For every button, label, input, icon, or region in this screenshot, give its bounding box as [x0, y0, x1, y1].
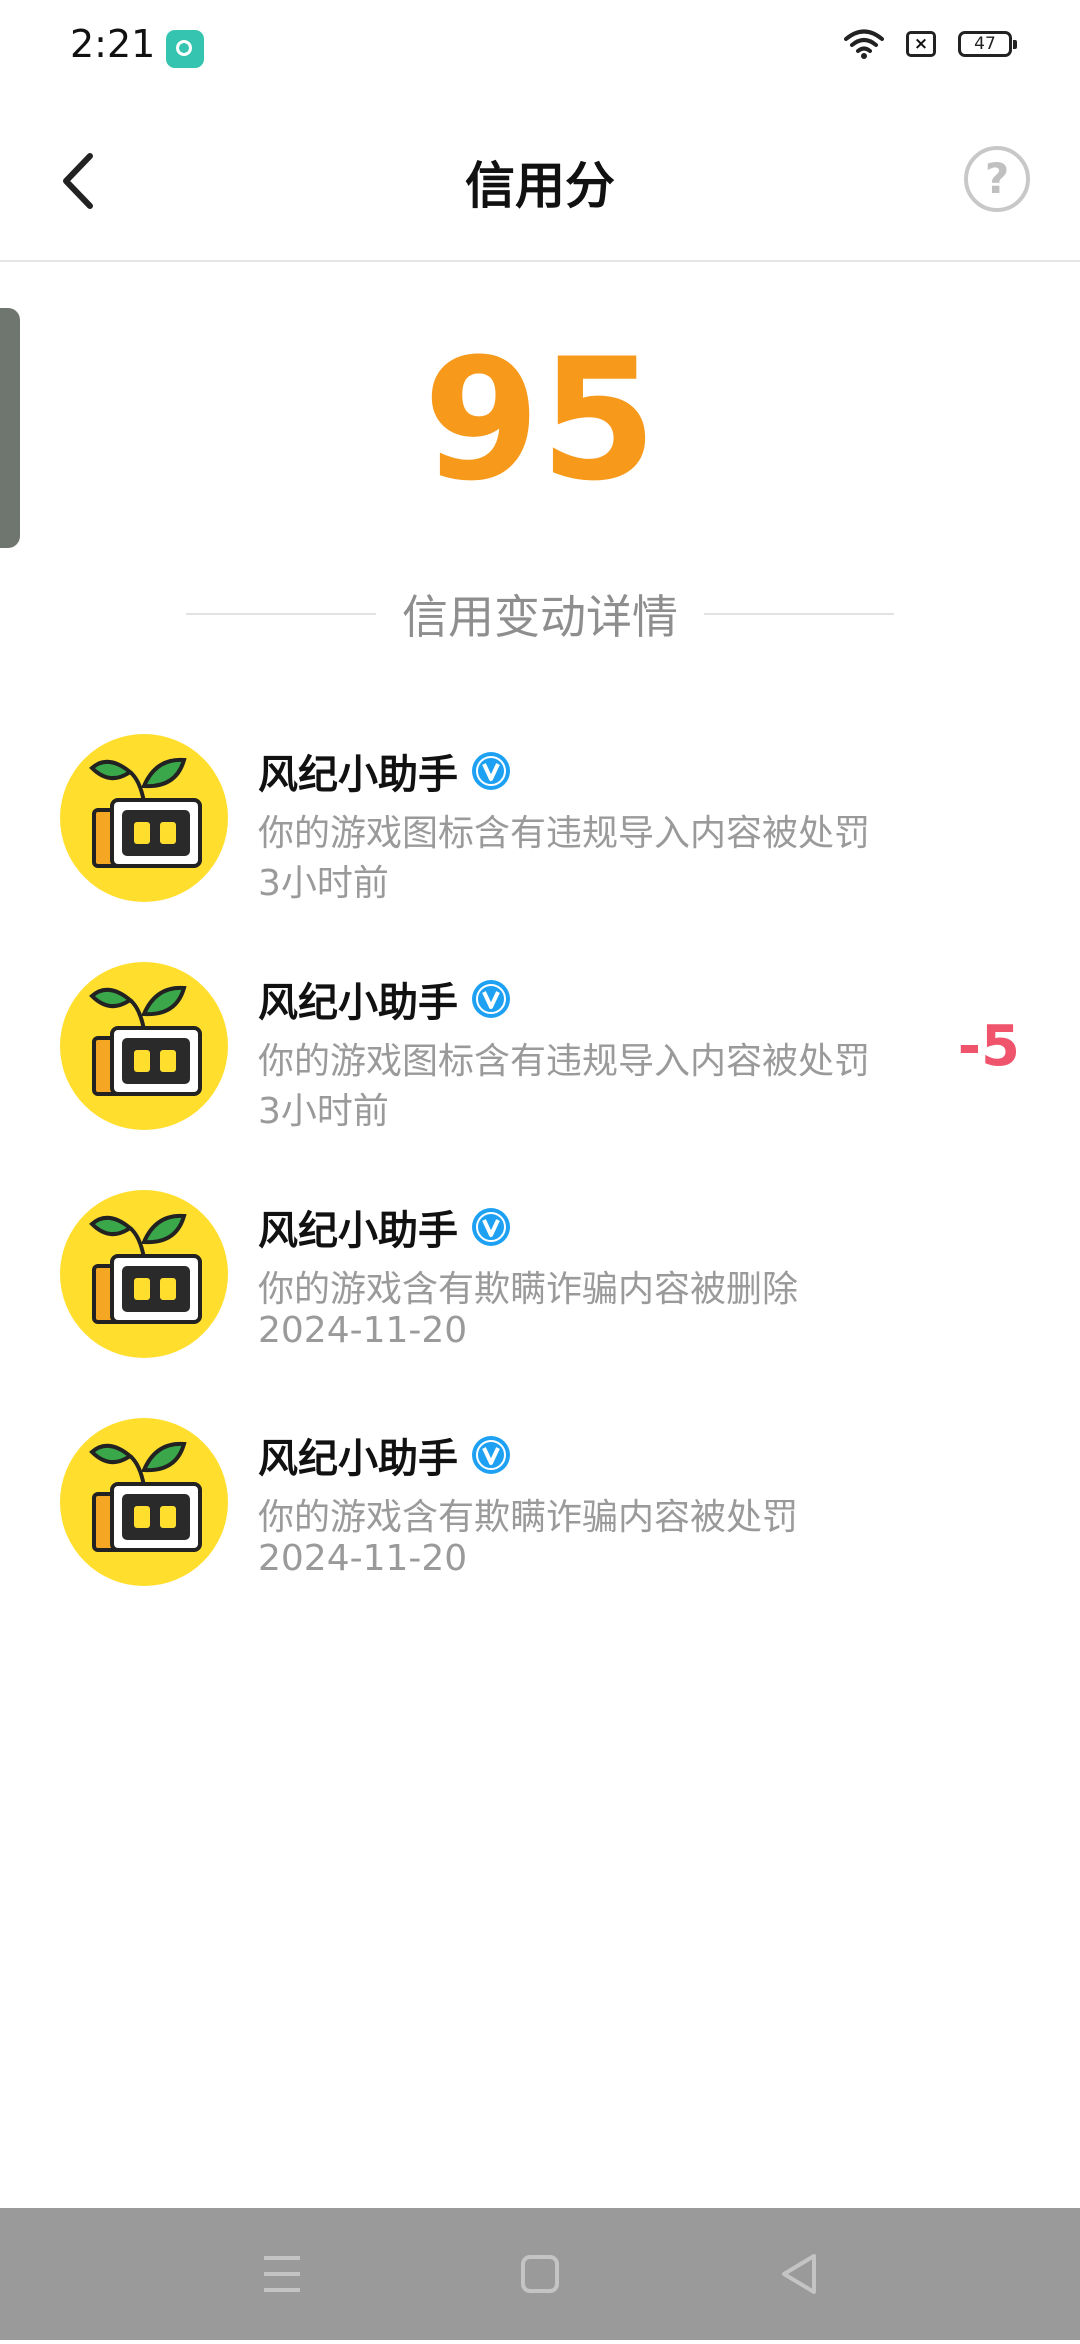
avatar	[60, 1190, 228, 1358]
status-bar: 2:21 × 47	[0, 0, 1080, 96]
avatar	[60, 1418, 228, 1586]
record-description: 你的游戏含有欺瞒诈骗内容被删除	[258, 1269, 799, 1310]
avatar	[60, 734, 228, 902]
robot-sprout-icon	[89, 985, 202, 1096]
help-button[interactable]: ?	[964, 146, 1030, 212]
battery-icon: 47	[958, 31, 1017, 57]
divider-left	[186, 613, 376, 615]
page-title: 信用分	[465, 157, 615, 215]
robot-sprout-icon	[89, 1441, 202, 1552]
author-name: 风纪小助手	[258, 980, 458, 1026]
record-description: 你的游戏含有欺瞒诈骗内容被处罚	[258, 1497, 799, 1538]
record-author: 风纪小助手	[258, 1198, 512, 1256]
record-author: 风纪小助手	[258, 742, 512, 800]
list-item[interactable]: 风纪小助手 你的游戏含有欺瞒诈骗内容被处罚 2024-11-20	[0, 1418, 1080, 1628]
home-button[interactable]	[470, 2208, 610, 2340]
record-time: 2024-11-20	[258, 1538, 468, 1579]
author-name: 风纪小助手	[258, 752, 458, 798]
menu-icon	[264, 2256, 300, 2292]
status-icons: × 47	[844, 28, 1017, 60]
list-item[interactable]: 风纪小助手 你的游戏含有欺瞒诈骗内容被删除 2024-11-20	[0, 1190, 1080, 1400]
divider-right	[704, 613, 894, 615]
record-description: 你的游戏图标含有违规导入内容被处罚	[258, 1041, 871, 1082]
record-time: 3小时前	[258, 1091, 389, 1132]
credit-score-value: 95	[423, 322, 657, 518]
verified-badge-icon	[472, 980, 510, 1018]
battery-level: 47	[974, 34, 996, 54]
list-item[interactable]: 风纪小助手 你的游戏图标含有违规导入内容被处罚 3小时前	[0, 734, 1080, 944]
robot-sprout-icon	[89, 757, 202, 868]
section-heading: 信用变动详情	[0, 584, 1080, 644]
score-change: -5	[957, 1014, 1020, 1079]
author-name: 风纪小助手	[258, 1436, 458, 1482]
record-time: 3小时前	[258, 863, 389, 904]
list-item[interactable]: 风纪小助手 你的游戏图标含有违规导入内容被处罚 3小时前 -5	[0, 962, 1080, 1172]
sim-off-icon: ×	[906, 31, 936, 57]
avatar	[60, 962, 228, 1130]
verified-badge-icon	[472, 1208, 510, 1246]
verified-badge-icon	[472, 1436, 510, 1474]
section-title: 信用变动详情	[402, 590, 678, 644]
header: 信用分 ?	[0, 96, 1080, 262]
app-notification-icon	[166, 30, 204, 68]
record-time: 2024-11-20	[258, 1310, 468, 1351]
home-icon	[521, 2255, 559, 2293]
robot-sprout-icon	[89, 1213, 202, 1324]
recents-button[interactable]	[212, 2208, 352, 2340]
back-nav-button[interactable]	[730, 2208, 870, 2340]
status-time: 2:21	[70, 22, 156, 66]
wifi-icon	[844, 29, 884, 59]
record-description: 你的游戏图标含有违规导入内容被处罚	[258, 813, 871, 854]
author-name: 风纪小助手	[258, 1208, 458, 1254]
record-author: 风纪小助手	[258, 970, 512, 1028]
record-author: 风纪小助手	[258, 1426, 512, 1484]
back-triangle-icon	[782, 2254, 816, 2294]
verified-badge-icon	[472, 752, 510, 790]
system-nav-bar	[0, 2208, 1080, 2340]
